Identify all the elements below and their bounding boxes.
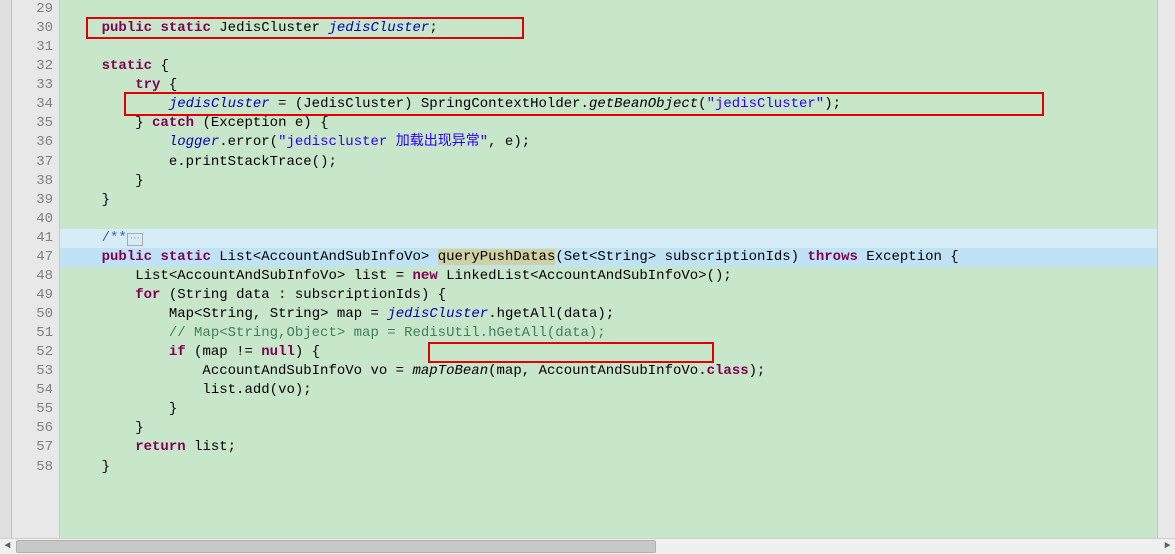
code-line: public static JedisCluster jedisCluster; bbox=[60, 19, 1157, 38]
code-line: list.add(vo); bbox=[60, 381, 1157, 400]
code-line bbox=[60, 210, 1157, 229]
line-number: 39 bbox=[12, 191, 59, 210]
line-number: 47 bbox=[12, 248, 59, 267]
line-number: 36 bbox=[12, 133, 59, 152]
line-number: 48 bbox=[12, 267, 59, 286]
line-number: 31 bbox=[12, 38, 59, 57]
line-number: 35 bbox=[12, 114, 59, 133]
line-number: 32 bbox=[12, 57, 59, 76]
line-number: 50 bbox=[12, 305, 59, 324]
line-number: 58 bbox=[12, 458, 59, 477]
line-number: 52 bbox=[12, 343, 59, 362]
code-line bbox=[60, 38, 1157, 57]
line-number: 29 bbox=[12, 0, 59, 19]
code-line: // Map<String,Object> map = RedisUtil.hG… bbox=[60, 324, 1157, 343]
code-line: List<AccountAndSubInfoVo> list = new Lin… bbox=[60, 267, 1157, 286]
code-line: } bbox=[60, 400, 1157, 419]
code-line: Map<String, String> map = jedisCluster.h… bbox=[60, 305, 1157, 324]
line-number: 49 bbox=[12, 286, 59, 305]
code-line: return list; bbox=[60, 438, 1157, 457]
line-number: 33 bbox=[12, 76, 59, 95]
code-line: try { bbox=[60, 76, 1157, 95]
code-line: } bbox=[60, 191, 1157, 210]
line-number: 54 bbox=[12, 381, 59, 400]
code-line bbox=[60, 0, 1157, 19]
scroll-left-arrow-icon[interactable]: ◄ bbox=[0, 539, 15, 554]
code-line: } bbox=[60, 172, 1157, 191]
line-number: 38 bbox=[12, 172, 59, 191]
line-number-gutter: 29 30 31 32 33 34 35 36 37 38 39 40 41⊞ … bbox=[12, 0, 60, 538]
line-number: 51 bbox=[12, 324, 59, 343]
code-area[interactable]: public static JedisCluster jedisCluster;… bbox=[60, 0, 1157, 538]
line-number: 30 bbox=[12, 19, 59, 38]
code-line: e.printStackTrace(); bbox=[60, 153, 1157, 172]
code-line: /**⋯ bbox=[60, 229, 1157, 248]
code-line: } catch (Exception e) { bbox=[60, 114, 1157, 133]
code-line: AccountAndSubInfoVo vo = mapToBean(map, … bbox=[60, 362, 1157, 381]
code-line: public static List<AccountAndSubInfoVo> … bbox=[60, 248, 1157, 267]
line-number: 56 bbox=[12, 419, 59, 438]
code-line: for (String data : subscriptionIds) { bbox=[60, 286, 1157, 305]
line-number: 41⊞ bbox=[12, 229, 59, 248]
code-line: logger.error("jediscluster 加载出现异常", e); bbox=[60, 133, 1157, 152]
line-number: 57 bbox=[12, 438, 59, 457]
folded-ellipsis-icon[interactable]: ⋯ bbox=[127, 233, 143, 246]
line-number: 40 bbox=[12, 210, 59, 229]
code-editor[interactable]: 29 30 31 32 33 34 35 36 37 38 39 40 41⊞ … bbox=[0, 0, 1175, 538]
code-line: if (map != null) { bbox=[60, 343, 1157, 362]
overview-ruler[interactable] bbox=[1157, 0, 1175, 538]
line-number: 37 bbox=[12, 153, 59, 172]
code-line: static { bbox=[60, 57, 1157, 76]
horizontal-scrollbar[interactable]: ◄ ► bbox=[0, 538, 1175, 553]
left-margin bbox=[0, 0, 12, 538]
line-number: 55 bbox=[12, 400, 59, 419]
code-line: } bbox=[60, 419, 1157, 438]
scroll-right-arrow-icon[interactable]: ► bbox=[1160, 539, 1175, 554]
scrollbar-thumb[interactable] bbox=[16, 540, 656, 553]
code-line: } bbox=[60, 458, 1157, 477]
line-number: 34 bbox=[12, 95, 59, 114]
line-number: 53 bbox=[12, 362, 59, 381]
code-line: jedisCluster = (JedisCluster) SpringCont… bbox=[60, 95, 1157, 114]
